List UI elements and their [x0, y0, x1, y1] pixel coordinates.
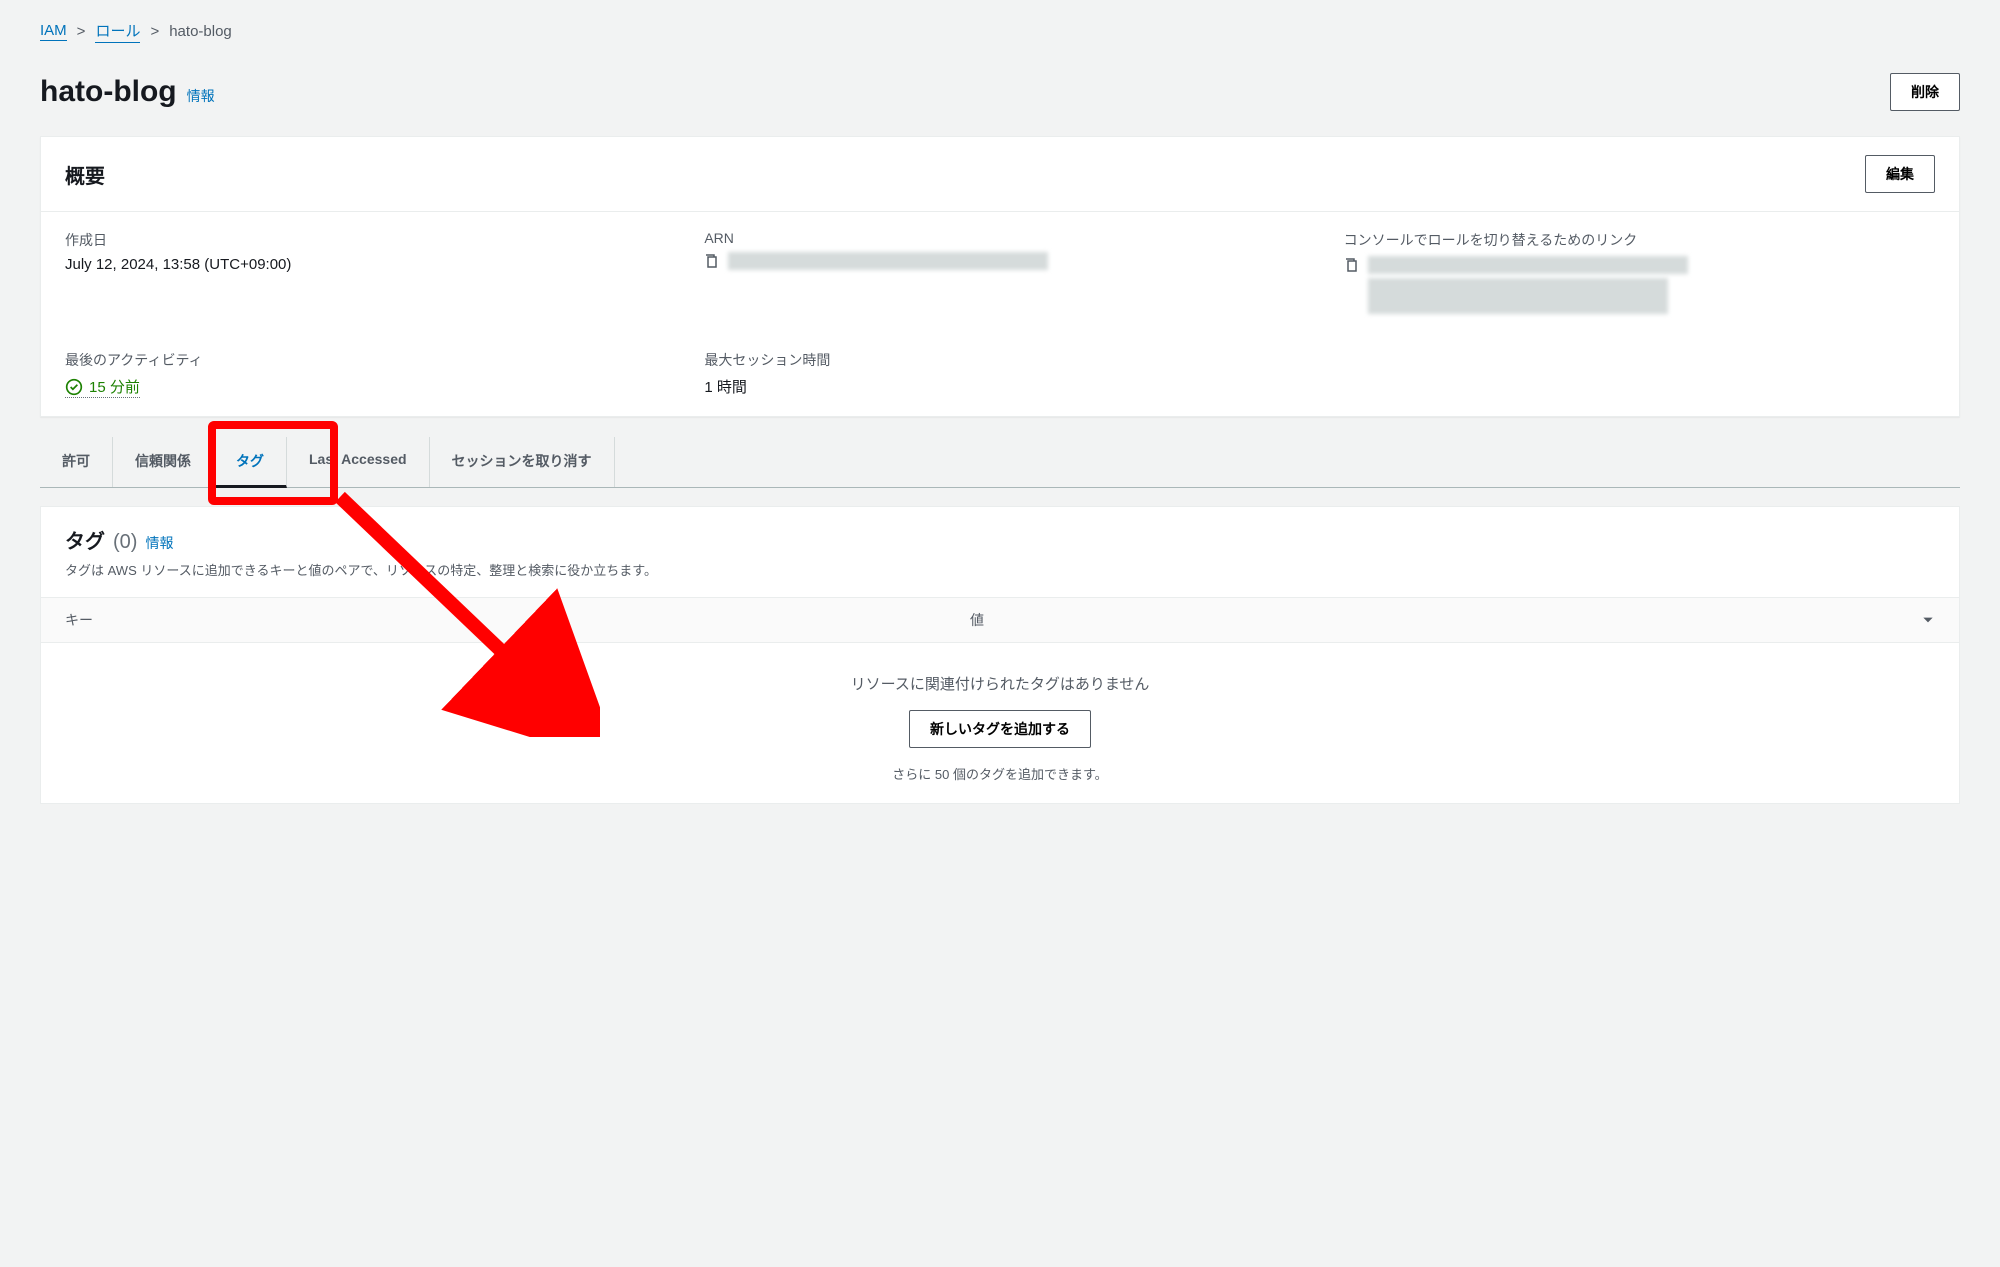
tags-header: タグ (0) 情報 タグは AWS リソースに追加できるキーと値のペアで、リソー… [41, 507, 1959, 597]
breadcrumb: IAM > ロール > hato-blog [40, 20, 1960, 43]
tags-col-key: キー [65, 610, 970, 630]
chevron-right-icon: > [77, 23, 86, 40]
info-link[interactable]: 情報 [187, 86, 215, 106]
tags-title-text: タグ [65, 525, 105, 554]
switch-link-value-redacted [1368, 256, 1688, 274]
summary-activity: 最後のアクティビティ 15 分前 [41, 332, 680, 416]
tab-tags[interactable]: タグ [214, 437, 287, 488]
breadcrumb-current: hato-blog [169, 23, 232, 40]
tags-empty-state: リソースに関連付けられたタグはありません 新しいタグを追加する さらに 50 個… [41, 643, 1959, 803]
page-title: hato-blog 情報 [40, 75, 215, 109]
page-header: hato-blog 情報 削除 [40, 73, 1960, 111]
summary-created: 作成日 July 12, 2024, 13:58 (UTC+09:00) [41, 212, 680, 332]
tab-trust[interactable]: 信頼関係 [113, 437, 214, 487]
summary-header: 概要 編集 [41, 137, 1959, 211]
summary-title: 概要 [65, 160, 105, 189]
tags-table-header: キー 値 [41, 597, 1959, 643]
edit-button[interactable]: 編集 [1865, 155, 1935, 193]
created-label: 作成日 [65, 230, 656, 250]
summary-max-session: 最大セッション時間 1 時間 [680, 332, 1319, 416]
add-tag-button[interactable]: 新しいタグを追加する [909, 710, 1091, 748]
activity-value: 15 分前 [89, 376, 140, 397]
tags-description: タグは AWS リソースに追加できるキーと値のペアで、リソースの特定、整理と検索… [65, 560, 1935, 579]
tags-count: (0) [113, 531, 137, 554]
summary-switch-link: コンソールでロールを切り替えるためのリンク [1320, 212, 1959, 332]
created-value: July 12, 2024, 13:58 (UTC+09:00) [65, 256, 656, 273]
copy-icon[interactable] [704, 253, 720, 269]
tabs: 許可 信頼関係 タグ Last Accessed セッションを取り消す [40, 437, 1960, 488]
arn-value-redacted [728, 252, 1048, 270]
summary-panel: 概要 編集 作成日 July 12, 2024, 13:58 (UTC+09:0… [40, 136, 1960, 417]
switch-link-label: コンソールでロールを切り替えるためのリンク [1344, 230, 1935, 250]
chevron-right-icon: > [150, 23, 159, 40]
tags-panel: タグ (0) 情報 タグは AWS リソースに追加できるキーと値のペアで、リソー… [40, 506, 1960, 804]
max-session-label: 最大セッション時間 [704, 350, 1295, 370]
copy-icon[interactable] [1344, 257, 1360, 273]
check-circle-icon [65, 378, 83, 396]
tags-col-value: 値 [970, 610, 1875, 630]
summary-arn: ARN [680, 212, 1319, 332]
tags-info-link[interactable]: 情報 [145, 533, 173, 553]
delete-button[interactable]: 削除 [1890, 73, 1960, 111]
page-title-text: hato-blog [40, 75, 177, 109]
tab-permissions[interactable]: 許可 [40, 437, 113, 487]
sort-icon[interactable] [1921, 613, 1935, 627]
tags-empty-message: リソースに関連付けられたタグはありません [65, 673, 1935, 694]
max-session-value: 1 時間 [704, 376, 1295, 397]
breadcrumb-roles[interactable]: ロール [95, 20, 140, 43]
breadcrumb-iam[interactable]: IAM [40, 22, 67, 41]
switch-link-value-redacted-2 [1368, 278, 1668, 314]
tab-revoke-sessions[interactable]: セッションを取り消す [430, 437, 615, 487]
arn-label: ARN [704, 230, 1295, 246]
tab-last-accessed[interactable]: Last Accessed [287, 437, 430, 487]
summary-grid: 作成日 July 12, 2024, 13:58 (UTC+09:00) ARN… [41, 211, 1959, 416]
activity-label: 最後のアクティビティ [65, 350, 656, 370]
tags-footer-message: さらに 50 個のタグを追加できます。 [65, 764, 1935, 783]
